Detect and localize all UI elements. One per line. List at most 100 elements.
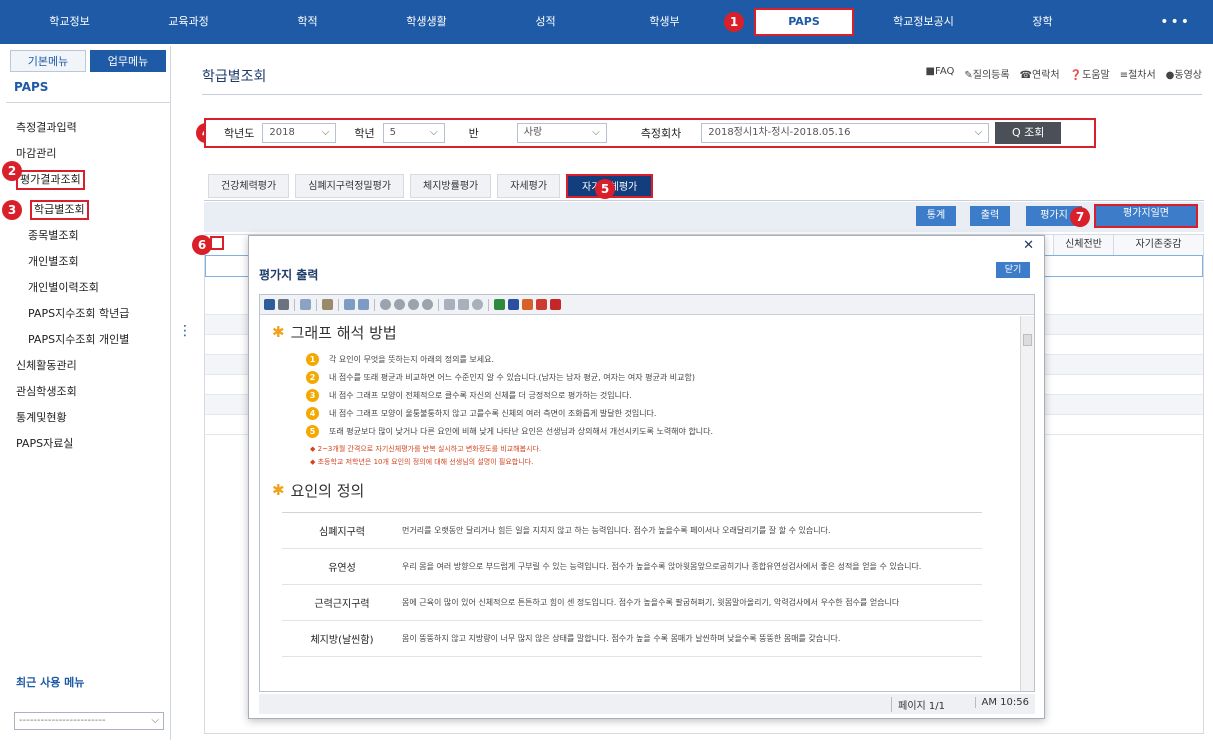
sidebar-item-stats[interactable]: 통계및현황 [6,405,170,431]
last-page-icon[interactable] [422,299,433,310]
chevron-down-icon: ⌵ [592,127,600,138]
tab-health-fitness[interactable]: 건강체력평가 [208,174,290,198]
grade-select[interactable]: 5 ⌵ [382,123,445,143]
tabs-divider [204,200,1204,201]
sidebar-menu-tabs: 기본메뉴 업무메뉴 [6,46,170,72]
sidebar-item-personal-history[interactable]: 개인별이력조회 [6,275,170,301]
pdf-export-icon[interactable] [550,299,561,310]
tab-cardio-detail[interactable]: 심폐지구력정밀평가 [295,174,405,198]
sidebar-item-index-personal[interactable]: PAPS지수조회 개인별 [6,327,170,353]
tab-basic-menu[interactable]: 기본메뉴 [10,50,86,72]
section-graph-guide-title: 그래프 해석 방법 [290,323,397,342]
hwp-export-icon[interactable] [522,299,533,310]
tab-posture[interactable]: 자세평가 [497,174,561,198]
form-print-button[interactable]: 평가지일면 [1094,204,1198,228]
toolbar-divider [374,298,375,311]
round-select[interactable]: 2018정시1차-정시-2018.05.16 ⌵ [701,123,990,143]
nav-scholarship[interactable]: 장학 [983,0,1102,44]
note-item: ◆ 초등학교 저학년은 10개 요인의 정의에 대해 선생님의 설명이 필요합니… [310,458,534,466]
sidebar-item-measure-input[interactable]: 측정결과입력 [6,115,170,141]
ppt-export-icon[interactable] [536,299,547,310]
stats-button[interactable]: 통계 [916,206,956,226]
nav-disclosure[interactable]: 학교정보공시 [864,0,983,44]
sidebar-item-result-view[interactable]: 평가결과조회 [16,170,85,190]
nav-curriculum[interactable]: 교육과정 [129,0,248,44]
procedure-link[interactable]: ≡절차서 [1120,66,1156,81]
definition-term: 근력근지구력 [314,599,370,610]
nav-student-life[interactable]: 학생생활 [367,0,486,44]
word-export-icon[interactable] [508,299,519,310]
question-register-link[interactable]: ✎질의등록 [964,66,1009,81]
find-icon[interactable] [344,299,355,310]
nav-student-record[interactable]: 학생부 [605,0,724,44]
settings-icon[interactable] [322,299,333,310]
tab-work-menu[interactable]: 업무메뉴 [90,50,166,72]
sidebar-item-item-view[interactable]: 종목별조회 [6,223,170,249]
select-all-checkbox[interactable] [210,236,224,250]
toolbar-divider [316,298,317,311]
tab-body-fat[interactable]: 체지방률평가 [410,174,492,198]
section-graph-guide: ✱ 그래프 해석 방법 [272,320,1020,344]
recent-menu-title: 최근 사용 메뉴 [16,676,85,689]
viewer-scrollbar[interactable] [1020,316,1034,691]
definition-term: 유연성 [328,563,356,574]
sidebar-item-personal-view[interactable]: 개인별조회 [6,249,170,275]
sidebar-item-class-view[interactable]: 학급별조회 [30,200,89,220]
title-divider [202,94,1202,95]
report-viewer: ✱ 그래프 해석 방법 1 각 요인이 무엇을 뜻하는지 아래의 정의를 보세요.… [259,294,1035,692]
next-page-icon[interactable] [408,299,419,310]
prev-page-icon[interactable] [394,299,405,310]
definition-desc: 몸이 뚱뚱하지 않고 지방량이 너무 많지 않은 상태를 말합니다. 점수가 높… [402,634,841,643]
nav-paps[interactable]: PAPS [754,8,854,36]
nav-grades[interactable]: 성적 [486,0,605,44]
top-navigation: 학교정보 교육과정 학적 학생생활 성적 학생부 1 PAPS 학교정보공시 장… [0,0,1213,44]
save-icon[interactable] [264,299,275,310]
close-icon[interactable]: ✕ [1023,238,1034,253]
guide-item: 3 내 점수 그래프 모양이 전체적으로 클수록 자신의 신체를 더 긍정적으로 … [306,386,1020,404]
grid-header-self-esteem[interactable]: 자기존중감 [1113,235,1203,255]
sidebar-item-index-grade[interactable]: PAPS지수조회 학년급 [6,301,170,327]
zoom-in-icon[interactable] [444,299,455,310]
find-next-icon[interactable] [358,299,369,310]
guide-item: 4 내 점수 그래프 모양이 울퉁불퉁하지 않고 고를수록 신체의 여러 측면이 … [306,404,1020,422]
search-button[interactable]: Q 조회 [995,122,1062,144]
year-select[interactable]: 2018 ⌵ [262,123,337,143]
note-text: 초등학교 저학년은 10개 요인의 정의에 대해 선생님의 설명이 필요합니다. [317,458,534,466]
first-page-icon[interactable] [380,299,391,310]
sidebar-item-concern-students[interactable]: 관심학생조회 [6,379,170,405]
time-indicator: AM 10:56 [974,697,1029,708]
guide-text: 각 요인이 무엇을 뜻하는지 아래의 정의를 보세요. [329,354,494,364]
scrollbar-thumb[interactable] [1023,334,1032,346]
recent-menu-select[interactable]: ------------------------ ⌵ [14,712,164,730]
class-select[interactable]: 사랑 ⌵ [516,123,607,143]
modal-close-button[interactable]: 닫기 [996,262,1030,278]
zoom-icon[interactable] [300,299,311,310]
step-badge-5: 5 [595,179,615,199]
section-definitions-title: 요인의 정의 [290,481,365,500]
star-icon: ✱ [272,481,285,499]
print-button[interactable]: 출력 [970,206,1010,226]
sidebar-item-archive[interactable]: PAPS자료실 [6,431,170,457]
action-bar: 통계 출력 평가지 7 평가지일면 [204,202,1204,232]
grid-header-overall[interactable]: 신체전반 [1053,235,1113,255]
help-link[interactable]: ❓도움말 [1070,66,1110,81]
viewer-status-bar: 페이지 1/1 AM 10:56 [259,694,1035,714]
zoom-out-icon[interactable] [458,299,469,310]
sidebar-item-deadline[interactable]: 마감관리 [6,141,170,167]
more-menu-icon[interactable]: ••• [1160,0,1191,44]
definition-row: 심폐지구력 먼거리를 오랫동안 달리거나 힘든 일을 지치지 않고 하는 능력입… [282,513,982,549]
contact-link[interactable]: ☎연락처 [1020,66,1060,81]
sidebar-list: 측정결과입력 마감관리 2 평가결과조회 3 학급별조회 종목별조회 개인별조회… [2,103,170,457]
year-label: 학년도 [224,127,255,140]
printer-icon[interactable] [278,299,289,310]
class-value: 사랑 [523,127,543,138]
video-link[interactable]: ●동영상 [1166,66,1202,81]
nav-academic-record[interactable]: 학적 [248,0,367,44]
sidebar-collapse-handle[interactable]: ⋮ [178,324,192,350]
excel-export-icon[interactable] [494,299,505,310]
fit-icon[interactable] [472,299,483,310]
nav-school-info[interactable]: 학교정보 [10,0,129,44]
sidebar-item-physical-activity[interactable]: 신체활동관리 [6,353,170,379]
chevron-down-icon: ⌵ [430,127,438,138]
faq-link[interactable]: ■FAQ [926,66,955,81]
